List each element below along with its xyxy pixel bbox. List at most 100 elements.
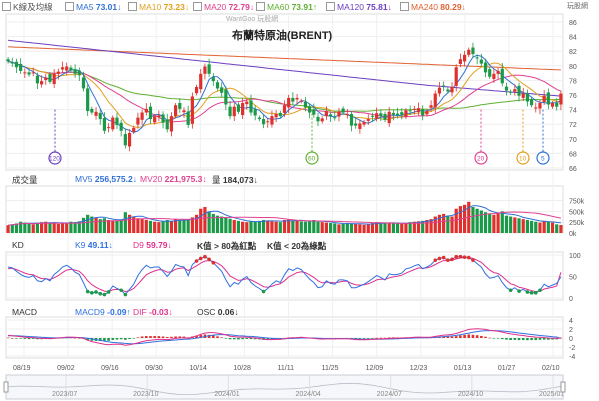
- macd-dif-value: DIF -0.03↓: [133, 307, 173, 317]
- legend-item-k線及均線[interactable]: K線及均線: [2, 0, 53, 14]
- macd-osc-bar: [375, 337, 378, 339]
- legend-checkbox[interactable]: [400, 2, 409, 11]
- macd-osc-value: OSC 0.06↓: [197, 307, 239, 317]
- ma120-line: [8, 39, 561, 97]
- date-tick-label: 01/13: [454, 365, 472, 372]
- volume-bar: [395, 223, 400, 233]
- overview-tick-label: 2023/07: [52, 391, 77, 398]
- macd-tick-label: -4: [569, 354, 575, 361]
- volume-bar: [358, 224, 362, 233]
- macd-tick-label: 4: [569, 318, 573, 325]
- volume-bar: [86, 214, 90, 233]
- date-tick-label: 02/10: [542, 365, 560, 372]
- candle-body: [241, 103, 245, 116]
- volume-bar: [245, 222, 249, 233]
- kd-oversold-dot: [106, 290, 111, 294]
- candle-body: [261, 119, 266, 125]
- overview-tick-label: 2023/10: [133, 391, 158, 398]
- volume-bar: [140, 219, 144, 233]
- kd-overbought-dot: [450, 257, 454, 262]
- legend-checkbox[interactable]: [326, 2, 335, 11]
- kd-oversold-dot: [538, 288, 542, 293]
- candle-body: [86, 88, 90, 112]
- candle-body: [538, 103, 542, 109]
- macd-osc-bar: [212, 335, 215, 338]
- volume-bar: [479, 210, 483, 233]
- overview-handle-right[interactable]: [560, 381, 566, 393]
- volume-bar: [266, 220, 270, 233]
- volume-bar: [199, 208, 203, 233]
- candle-body: [127, 132, 132, 147]
- candle-body: [316, 116, 320, 122]
- volume-bar: [425, 220, 429, 233]
- legend-checkbox[interactable]: [128, 2, 137, 11]
- volume-bar: [157, 222, 161, 233]
- overview-handle-left[interactable]: [3, 381, 9, 393]
- volume-bar: [278, 222, 282, 233]
- candle-body: [467, 49, 471, 55]
- volume-bar: [6, 225, 10, 233]
- candle-body: [488, 69, 492, 77]
- volume-bar: [249, 221, 253, 233]
- overview-tick-label: 2024/01: [214, 391, 239, 398]
- kd-tick-label: 100: [569, 253, 581, 260]
- volume-bar: [203, 207, 207, 233]
- kd-overbought-dot: [207, 257, 211, 262]
- legend-item-ma5[interactable]: MA5 73.01↓: [65, 0, 121, 14]
- legend-checkbox[interactable]: [65, 2, 74, 11]
- volume-bar: [383, 223, 387, 233]
- price-tick-label: 72: [569, 122, 577, 129]
- kd-oversold-dot: [517, 289, 521, 293]
- candle-body: [509, 91, 513, 93]
- volume-bar: [60, 223, 65, 233]
- legend-item-ma20[interactable]: MA20 72.79↓: [193, 0, 254, 14]
- candle-body: [111, 117, 115, 130]
- candle-body: [454, 67, 458, 86]
- legend-item-ma10[interactable]: MA10 73.23↓: [128, 0, 189, 14]
- legend-checkbox[interactable]: [2, 2, 11, 11]
- volume-bar: [391, 223, 395, 233]
- chart-title: 布蘭特原油(BRENT): [232, 30, 333, 42]
- legend-item-ma60[interactable]: MA60 73.91↑: [256, 0, 317, 14]
- volume-bar: [52, 223, 56, 233]
- candle-body: [178, 103, 182, 109]
- volume-bar: [488, 213, 492, 233]
- candle-body: [291, 97, 295, 102]
- macd-osc-bar: [450, 336, 454, 338]
- legend-checkbox[interactable]: [193, 2, 202, 11]
- macd-osc-bar: [220, 337, 223, 338]
- volume-bar: [270, 221, 274, 233]
- candle-body: [308, 106, 312, 113]
- ma-marker-label: 120: [49, 156, 60, 163]
- candle-body: [442, 85, 446, 87]
- candle-body: [14, 61, 19, 68]
- candle-body: [136, 117, 140, 125]
- volume-bar: [94, 217, 98, 233]
- candle-body: [220, 87, 224, 93]
- candle-body: [282, 105, 287, 113]
- volume-bar: [496, 213, 500, 233]
- candle-body: [429, 105, 433, 108]
- candle-body: [77, 70, 81, 76]
- volume-mv20: MV20 221,975.3↓: [140, 174, 207, 184]
- volume-tick-label: 500k: [569, 209, 585, 216]
- candle-body: [153, 116, 157, 123]
- legend-item-ma120[interactable]: MA120 75.81↓: [326, 0, 392, 14]
- macd-osc-bar: [505, 338, 508, 340]
- legend-label: MA240: [411, 2, 441, 12]
- legend-checkbox[interactable]: [256, 2, 265, 11]
- macd-osc-bar: [379, 337, 383, 339]
- candle-body: [232, 106, 236, 117]
- volume-bar: [56, 223, 60, 233]
- macd-osc-bar: [362, 338, 366, 339]
- candle-body: [366, 119, 370, 121]
- macd-osc-bar: [132, 338, 136, 339]
- volume-bar: [354, 223, 358, 233]
- macd-osc-bar: [149, 336, 152, 338]
- candle-body: [555, 103, 559, 107]
- candle-body: [115, 117, 119, 125]
- candle-body: [102, 117, 107, 131]
- volume-bar: [48, 222, 52, 233]
- volume-bar: [161, 221, 165, 233]
- legend-item-ma240[interactable]: MA240 80.29↓: [400, 0, 466, 14]
